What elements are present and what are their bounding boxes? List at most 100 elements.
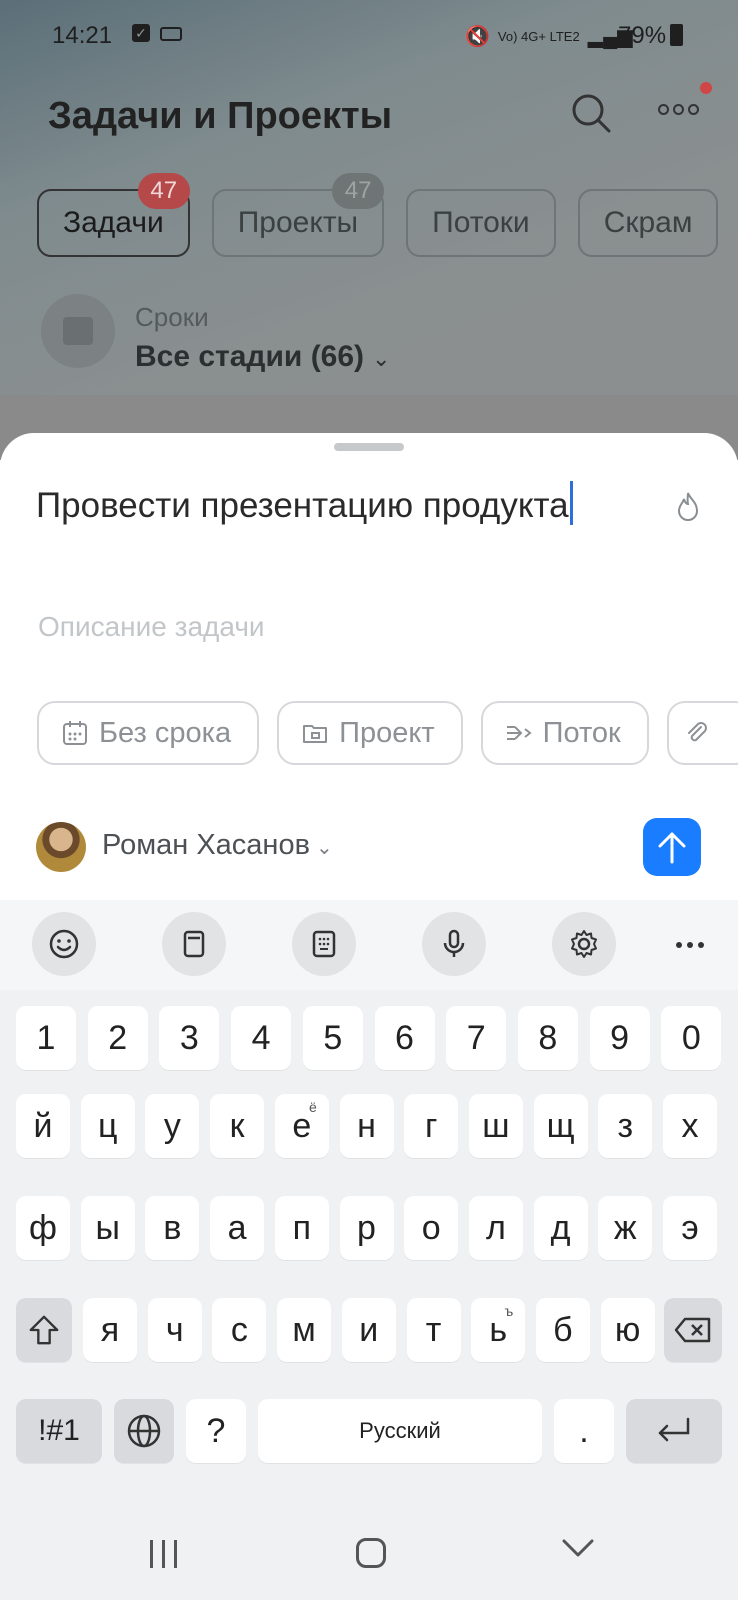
enter-key[interactable] [626, 1399, 722, 1463]
flow-icon [506, 726, 532, 740]
back-chevron-icon[interactable] [562, 1538, 594, 1558]
key-щ[interactable]: щ [533, 1094, 588, 1158]
key-б[interactable]: б [535, 1298, 590, 1362]
key-п[interactable]: п [274, 1196, 329, 1260]
keyboard-toolbar [0, 900, 738, 990]
project-chip[interactable]: Проект [277, 701, 463, 765]
new-task-sheet: Провести презентацию продукта Описание з… [0, 433, 738, 900]
search-icon[interactable] [570, 92, 612, 134]
notification-dot [700, 82, 712, 94]
chips-row: Без срока Проект Поток [37, 701, 738, 765]
key-я[interactable]: я [83, 1298, 137, 1362]
key-8[interactable]: 8 [517, 1006, 578, 1070]
clipboard-icon[interactable] [162, 912, 226, 976]
key-в[interactable]: в [145, 1196, 200, 1260]
key-г[interactable]: г [404, 1094, 459, 1158]
language-key[interactable] [114, 1399, 174, 1463]
key-ф[interactable]: ф [16, 1196, 70, 1260]
description-input[interactable]: Описание задачи [38, 611, 265, 643]
tab-tasks[interactable]: Задачи 47 [37, 173, 190, 257]
key-9[interactable]: 9 [589, 1006, 650, 1070]
key-р[interactable]: р [339, 1196, 394, 1260]
owner-selector[interactable]: Роман Хасанов ⌄ [102, 829, 333, 862]
tab-projects[interactable]: Проекты 47 [211, 173, 385, 257]
keyboard-notification-icon [160, 27, 182, 41]
key-ч[interactable]: ч [147, 1298, 202, 1362]
key-х[interactable]: х [663, 1094, 717, 1158]
key-э[interactable]: э [663, 1196, 717, 1260]
key-3[interactable]: 3 [159, 1006, 220, 1070]
paperclip-icon [687, 722, 707, 742]
key-и[interactable]: и [341, 1298, 396, 1362]
key-з[interactable]: з [598, 1094, 653, 1158]
key-ж[interactable]: ж [598, 1196, 653, 1260]
key-alt-label: ъ [504, 1303, 514, 1319]
key-л[interactable]: л [468, 1196, 523, 1260]
period-key[interactable]: . [554, 1399, 614, 1463]
recents-icon[interactable] [150, 1540, 177, 1568]
question-key[interactable]: ? [186, 1399, 246, 1463]
key-2[interactable]: 2 [87, 1006, 148, 1070]
check-notification-icon: ✓ [132, 24, 150, 42]
more-icon[interactable] [658, 104, 699, 115]
avatar[interactable] [36, 822, 86, 872]
projects-count-badge: 47 [332, 173, 385, 209]
key-4[interactable]: 4 [231, 1006, 292, 1070]
backspace-key[interactable] [664, 1298, 722, 1362]
key-6[interactable]: 6 [374, 1006, 435, 1070]
settings-icon[interactable] [552, 912, 616, 976]
battery-icon [670, 24, 684, 46]
key-ы[interactable]: ы [80, 1196, 135, 1260]
stage-caption: Сроки [135, 302, 209, 332]
space-key[interactable]: Русский [258, 1399, 542, 1463]
key-с[interactable]: с [212, 1298, 267, 1362]
chevron-down-icon: ⌄ [372, 346, 391, 371]
background-app: 14:21 ✓ 🔇 Vo) 4G+ LTE2 ▂▄▆ 79% Задачи и … [0, 0, 738, 460]
attachment-chip[interactable] [666, 701, 738, 765]
key-о[interactable]: о [404, 1196, 459, 1260]
key-ю[interactable]: ю [600, 1298, 655, 1362]
tab-flows[interactable]: Потоки [406, 189, 556, 257]
key-у[interactable]: у [145, 1094, 200, 1158]
mute-icon: 🔇 [465, 26, 490, 48]
tab-scrum[interactable]: Скрам [577, 189, 719, 257]
deadline-chip[interactable]: Без срока [37, 701, 260, 765]
send-button[interactable] [643, 818, 701, 876]
shift-key[interactable] [16, 1298, 72, 1362]
key-к[interactable]: к [210, 1094, 265, 1158]
more-icon[interactable] [676, 942, 704, 948]
key-ь[interactable]: ьъ [471, 1298, 526, 1362]
key-alt-label: ё [309, 1099, 317, 1115]
key-ц[interactable]: ц [80, 1094, 135, 1158]
key-5[interactable]: 5 [302, 1006, 363, 1070]
calendar-icon [63, 721, 87, 745]
key-ш[interactable]: ш [468, 1094, 523, 1158]
status-bar: 14:21 ✓ 🔇 Vo) 4G+ LTE2 ▂▄▆ 79% [0, 18, 738, 54]
key-7[interactable]: 7 [446, 1006, 507, 1070]
key-е[interactable]: её [274, 1094, 329, 1158]
key-й[interactable]: й [16, 1094, 70, 1158]
symbols-key[interactable]: !#1 [16, 1399, 102, 1463]
flame-icon[interactable] [674, 491, 702, 523]
mic-icon[interactable] [422, 912, 486, 976]
key-н[interactable]: н [339, 1094, 394, 1158]
tab-bar: Задачи 47 Проекты 47 Потоки Скрам [37, 173, 719, 257]
keypad-icon[interactable] [292, 912, 356, 976]
flow-chip[interactable]: Поток [480, 701, 649, 765]
tasks-count-badge: 47 [137, 173, 190, 209]
app-title: Задачи и Проекты [48, 95, 393, 137]
keyboard: 1234567890 йцукеёнгшщзх фывапролджэ ячсм… [0, 900, 738, 1600]
sheet-grabber[interactable] [334, 443, 404, 451]
stage-selector[interactable]: Все стадии (66) ⌄ [135, 340, 390, 374]
home-icon[interactable] [356, 1538, 386, 1568]
emoji-icon[interactable] [32, 912, 96, 976]
key-1[interactable]: 1 [16, 1006, 76, 1070]
key-т[interactable]: т [406, 1298, 461, 1362]
task-title-input[interactable]: Провести презентацию продукта [36, 481, 596, 531]
key-а[interactable]: а [210, 1196, 265, 1260]
stages-icon [41, 294, 115, 368]
key-м[interactable]: м [277, 1298, 332, 1362]
key-д[interactable]: д [533, 1196, 588, 1260]
arrow-up-icon [658, 832, 686, 864]
key-0[interactable]: 0 [661, 1006, 722, 1070]
